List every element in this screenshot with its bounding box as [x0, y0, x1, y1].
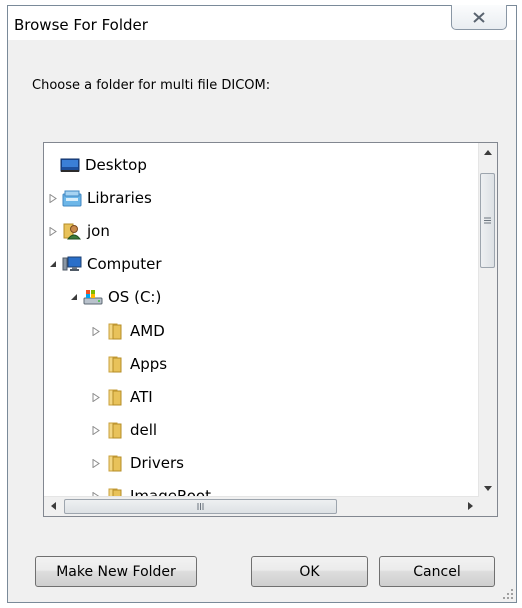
folder-icon [108, 422, 122, 439]
grip-lines-icon [197, 503, 204, 510]
tree-item-jon[interactable]: jon [47, 219, 110, 243]
tree-item-computer[interactable]: Computer [47, 252, 162, 276]
tree-item-label: dell [130, 421, 158, 439]
tree-item-libraries[interactable]: Libraries [47, 186, 152, 210]
tree-item-os-c[interactable]: OS (C:) [68, 285, 161, 309]
drive-icon [83, 290, 103, 305]
scrollbar-corner [479, 497, 497, 516]
ok-label: OK [299, 563, 320, 580]
scroll-down-icon [484, 485, 492, 491]
folder-icon [108, 455, 122, 472]
scroll-left-button[interactable] [44, 497, 62, 515]
tree-item-label: Computer [87, 255, 162, 273]
close-icon [473, 11, 485, 23]
browse-for-folder-dialog: Browse For Folder Choose a folder for mu… [7, 5, 517, 603]
scroll-right-icon [467, 502, 473, 510]
tree-item-label: Drivers [130, 454, 184, 472]
ok-button[interactable]: OK [251, 556, 368, 587]
tree-item-label: Libraries [87, 189, 152, 207]
computer-icon [62, 256, 82, 271]
tree-item-amd[interactable]: AMD [90, 319, 165, 343]
tree-item-label: Desktop [85, 156, 147, 174]
tree-item-label: Apps [130, 355, 168, 373]
tree-item-label: AMD [130, 322, 165, 340]
tree-item-desktop[interactable]: Desktop [60, 153, 147, 177]
folder-icon [108, 323, 122, 340]
expand-arrow-icon[interactable] [90, 325, 102, 337]
vertical-scrollbar[interactable] [478, 143, 497, 497]
resize-grip-icon[interactable] [502, 588, 514, 600]
scroll-up-icon [484, 149, 492, 155]
expand-arrow-icon[interactable] [47, 225, 59, 237]
expand-arrow-icon[interactable] [90, 457, 102, 469]
title-bar: Browse For Folder [8, 5, 516, 40]
horizontal-scroll-thumb[interactable] [64, 499, 337, 514]
collapse-arrow-icon[interactable] [47, 258, 59, 270]
user-icon [63, 223, 82, 240]
scroll-right-button[interactable] [461, 497, 479, 515]
tree-item-ati[interactable]: ATI [90, 385, 153, 409]
cancel-label: Cancel [413, 563, 461, 580]
scroll-left-icon [50, 502, 56, 510]
scroll-up-button[interactable] [479, 143, 497, 161]
make-new-folder-button[interactable]: Make New Folder [35, 556, 197, 587]
dialog-title: Browse For Folder [14, 16, 148, 34]
vertical-scroll-thumb[interactable] [480, 173, 495, 268]
cancel-button[interactable]: Cancel [379, 556, 495, 587]
horizontal-scrollbar[interactable] [44, 496, 479, 516]
collapse-arrow-icon[interactable] [68, 291, 80, 303]
tree-item-apps[interactable]: Apps [105, 352, 167, 376]
tree-item-label: OS (C:) [108, 288, 162, 306]
expand-arrow-icon[interactable] [90, 424, 102, 436]
expand-arrow-icon[interactable] [47, 192, 59, 204]
folder-tree[interactable]: Desktop Libraries jon Computer OS (C:) A… [43, 142, 498, 517]
grip-lines-icon [484, 217, 491, 224]
tree-item-drivers[interactable]: Drivers [90, 451, 184, 475]
scroll-down-button[interactable] [479, 479, 497, 497]
tree-item-dell[interactable]: dell [90, 418, 157, 442]
make-new-folder-label: Make New Folder [56, 563, 176, 580]
expand-arrow-icon[interactable] [90, 391, 102, 403]
tree-item-label: ATI [130, 388, 153, 406]
desktop-icon [60, 158, 80, 172]
libraries-icon [62, 190, 82, 207]
folder-icon [108, 356, 122, 373]
folder-prompt: Choose a folder for multi file DICOM: [32, 78, 271, 93]
tree-item-label: jon [87, 222, 110, 240]
close-button[interactable] [451, 5, 507, 30]
folder-icon [108, 389, 122, 406]
